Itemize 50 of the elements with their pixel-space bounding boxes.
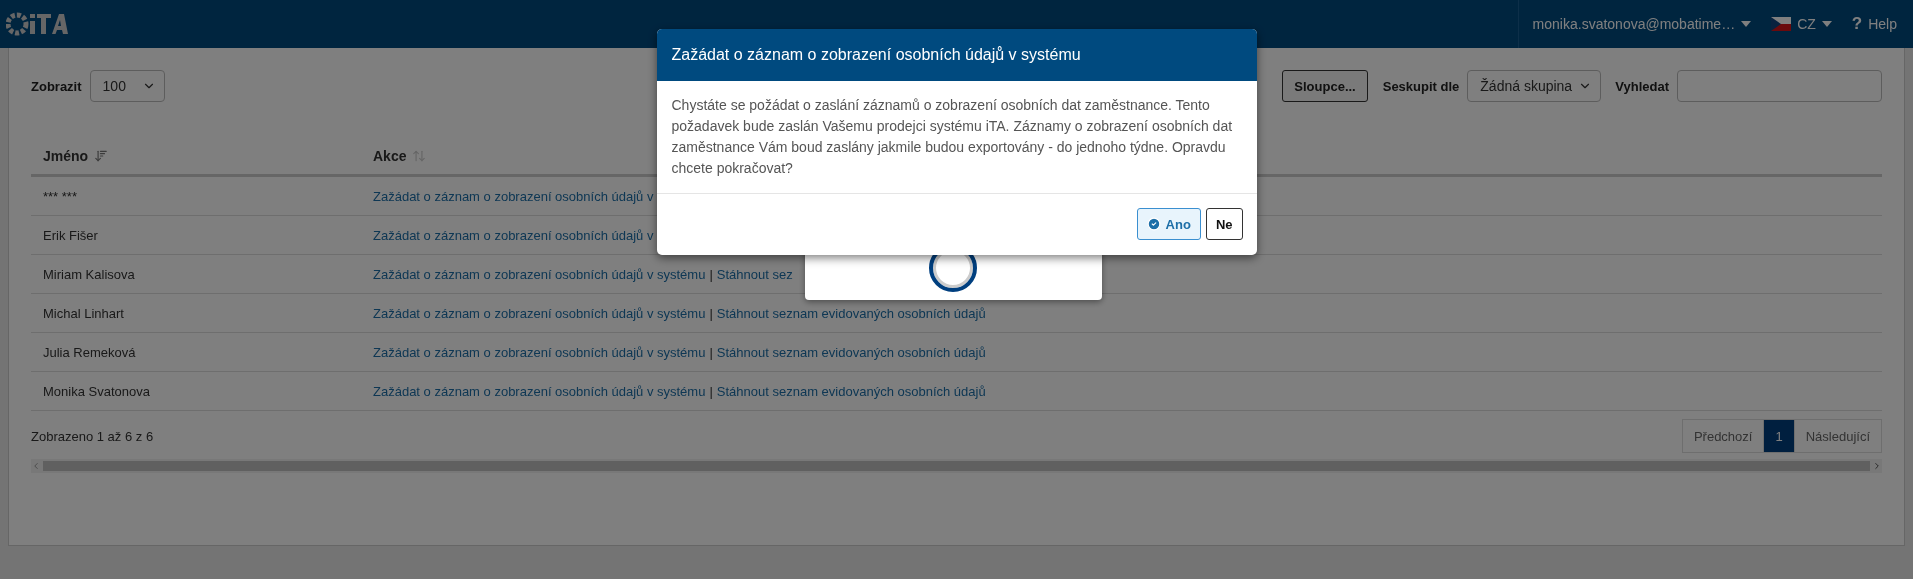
action-link[interactable]: Zažádat o záznam o zobrazení osobních údajů v (373, 227, 654, 243)
ita-logo (6, 12, 68, 36)
name-cell-text: Erik Fišer (42, 227, 98, 243)
action-link[interactable]: Zažádat o záznam o zobrazení osobních údajů v systému (373, 305, 706, 321)
page-button[interactable]: Následující (1793, 419, 1882, 453)
action-link[interactable]: Stáhnout sez (716, 266, 793, 282)
group-by-label: Seskupit dle (1382, 78, 1460, 94)
sort-descending-icon[interactable] (94, 149, 109, 163)
action-link[interactable]: Zažádat o záznam o zobrazení osobních údajů v systému (373, 344, 706, 360)
name-cell-text: *** *** (42, 188, 77, 204)
action-link[interactable]: Stáhnout seznam evidovaných osobních údajů (716, 383, 986, 399)
flag-icon (1771, 17, 1792, 31)
action-link[interactable]: Zažádat o záznam o zobrazení osobních údajů v systému (373, 383, 706, 399)
action-link[interactable]: Zažádat o záznam o zobrazení osobních údajů v (373, 188, 654, 204)
check-icon (1146, 217, 1161, 231)
columns-button[interactable]: Sloupce... (1282, 70, 1368, 102)
dialog-title: Zažádat o záznam o zobrazení osobních údajů v systému (656, 29, 1257, 81)
page-button[interactable]: 1 (1763, 419, 1795, 453)
help-icon: ? (1851, 14, 1863, 34)
separator: | (709, 383, 713, 399)
separator: | (709, 266, 713, 282)
dialog-message: Chystáte se požádat o zaslání záznamů o zobrazení osobních dat zaměstnance. Tento požadavek bude zaslán Vašemu prodejci systému iTA. Záznamy o zobrazení osobních dat zaměstnance Vám boud zaslány jakmile budou exportovány - do jednoho týdne. Opravdu chcete pokračovat? (671, 97, 1233, 176)
language-menu[interactable]: CZ (1761, 0, 1842, 48)
page-size-select[interactable]: 100 (89, 70, 165, 102)
search-field[interactable] (1677, 70, 1882, 102)
search-label: Vyhledat (1615, 78, 1669, 94)
show-label: Zobrazit (31, 78, 82, 94)
dialog-button[interactable]: Ano (1136, 208, 1201, 240)
dialog-button[interactable]: Ne (1205, 208, 1243, 240)
name-cell-text: Monika Svatonova (42, 383, 150, 399)
records-summary: Zobrazeno 1 až 6 z 6 (31, 428, 154, 444)
action-link[interactable]: Stáhnout seznam evidovaných osobních údajů (716, 305, 986, 321)
help-link[interactable]: ? Help (1841, 0, 1907, 48)
action-link[interactable]: Zažádat o záznam o zobrazení osobních údajů v systému (373, 266, 706, 282)
page-button[interactable]: Předchozí (1681, 419, 1765, 453)
sort-icon[interactable] (412, 149, 427, 163)
action-link[interactable]: Stáhnout seznam evidovaných osobních údajů (716, 344, 986, 360)
scroll-left-icon[interactable] (31, 461, 41, 471)
column-header[interactable]: Jméno (31, 148, 109, 164)
separator: | (709, 305, 713, 321)
separator: | (709, 344, 713, 360)
horizontal-scrollbar[interactable] (31, 459, 1882, 473)
name-cell-text: Julia Remeková (42, 344, 136, 360)
name-cell-text: Michal Linhart (42, 305, 124, 321)
group-by-select[interactable]: Žádná skupina (1467, 70, 1602, 102)
name-cell-text: Miriam Kalisova (42, 266, 135, 282)
caret-icon (1741, 21, 1752, 27)
scroll-right-icon[interactable] (1872, 461, 1882, 471)
caret-icon (1821, 21, 1832, 27)
column-header[interactable]: Akce (361, 148, 427, 164)
